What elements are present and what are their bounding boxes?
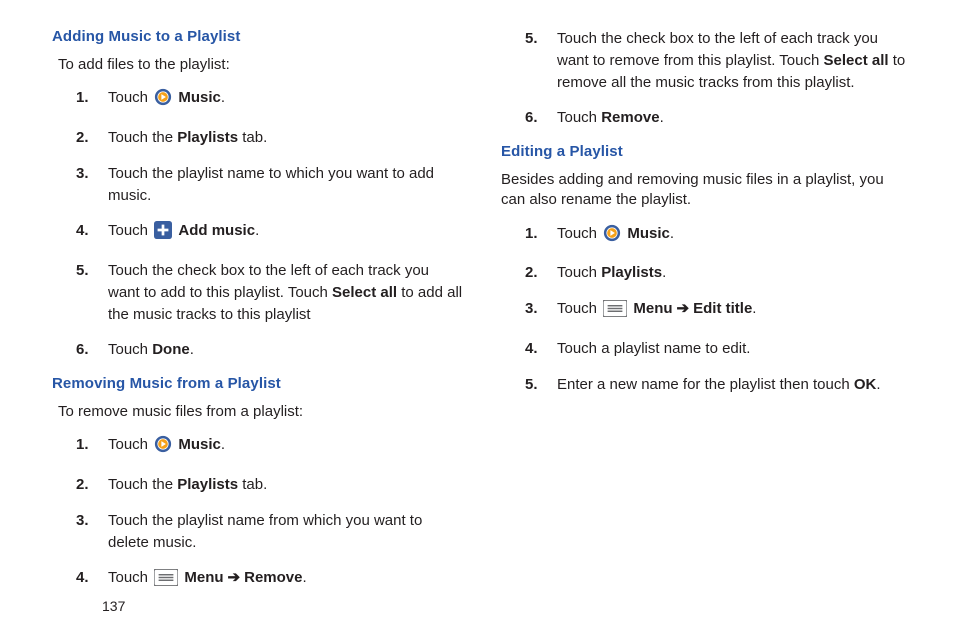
step-text: Touch [557, 109, 601, 126]
step-bold: Remove [601, 109, 659, 126]
step: Enter a new name for the playlist then t… [501, 374, 912, 396]
step-bold: Remove [244, 569, 302, 586]
step: Touch Playlists. [501, 262, 912, 284]
step-bold: Music [178, 436, 221, 453]
step-post: . [221, 436, 225, 453]
intro-editing: Besides adding and removing music files … [501, 170, 912, 211]
music-play-icon [154, 435, 172, 460]
arrow-icon: ➔ [677, 300, 690, 317]
step-post: . [670, 225, 674, 242]
step-bold: Select all [332, 284, 397, 301]
step-post: tab. [238, 129, 267, 146]
arrow-icon: ➔ [228, 569, 241, 586]
step: Touch Add music. [52, 220, 463, 246]
step-text: Touch [108, 89, 152, 106]
steps-removing-cont: Touch the check box to the left of each … [501, 28, 912, 129]
step-text: Touch [557, 300, 601, 317]
step: Touch Music. [52, 434, 463, 460]
step: Touch the Playlists tab. [52, 474, 463, 496]
step: Touch the playlist name from which you w… [52, 510, 463, 554]
step-post: . [876, 376, 880, 393]
step: Touch a playlist name to edit. [501, 338, 912, 360]
step-text: Touch [557, 264, 601, 281]
step-post: . [752, 300, 756, 317]
step: Touch Remove. [501, 107, 912, 129]
steps-adding: Touch Music. Touch the Playlists tab. To… [52, 87, 463, 361]
heading-removing-music: Removing Music from a Playlist [52, 375, 463, 392]
steps-editing: Touch Music. Touch Playlists. Touch Menu… [501, 223, 912, 396]
step-text: Touch [108, 569, 152, 586]
step-post: . [255, 222, 259, 239]
step-text: Touch the playlist name to which you wan… [108, 165, 434, 204]
step-bold: Menu [184, 569, 223, 586]
step-bold: Select all [824, 52, 889, 69]
step-text: Touch the [108, 129, 177, 146]
heading-adding-music: Adding Music to a Playlist [52, 28, 463, 45]
steps-removing: Touch Music. Touch the Playlists tab. To… [52, 434, 463, 593]
menu-bars-icon [154, 569, 178, 593]
step-post: . [660, 109, 664, 126]
step-text: Touch a playlist name to edit. [557, 340, 750, 357]
step: Touch the playlist name to which you wan… [52, 163, 463, 207]
intro-removing: To remove music files from a playlist: [58, 402, 463, 422]
step: Touch Menu ➔Remove. [52, 567, 463, 593]
menu-bars-icon [603, 300, 627, 324]
step-text: Enter a new name for the playlist then t… [557, 376, 854, 393]
heading-editing-playlist: Editing a Playlist [501, 143, 912, 160]
step-text: Touch [108, 222, 152, 239]
page-number: 137 [102, 598, 125, 614]
step: Touch the Playlists tab. [52, 127, 463, 149]
step: Touch the check box to the left of each … [501, 28, 912, 93]
music-play-icon [603, 224, 621, 249]
step-bold: Playlists [601, 264, 662, 281]
step-text: Touch the [108, 476, 177, 493]
step: Touch Done. [52, 339, 463, 361]
step-post: . [221, 89, 225, 106]
step: Touch the check box to the left of each … [52, 260, 463, 325]
step-text: Touch the playlist name from which you w… [108, 512, 422, 551]
step-text: Touch [108, 436, 152, 453]
step-text: Touch [557, 225, 601, 242]
step-bold: Playlists [177, 476, 238, 493]
step: Touch Menu ➔Edit title. [501, 298, 912, 324]
step-bold: Add music [178, 222, 255, 239]
step-bold: Music [627, 225, 670, 242]
music-play-icon [154, 88, 172, 113]
add-plus-icon [154, 221, 172, 246]
step-bold: Done [152, 341, 190, 358]
intro-adding: To add files to the playlist: [58, 55, 463, 75]
step-post: . [302, 569, 306, 586]
right-column: Touch the check box to the left of each … [501, 28, 912, 626]
step-text: Touch [108, 341, 152, 358]
step-bold: Playlists [177, 129, 238, 146]
step-bold: Music [178, 89, 221, 106]
left-column: Adding Music to a Playlist To add files … [52, 28, 463, 626]
step: Touch Music. [501, 223, 912, 249]
step-post: . [190, 341, 194, 358]
step-bold: Menu [633, 300, 672, 317]
step-bold: OK [854, 376, 877, 393]
step-bold: Edit title [693, 300, 752, 317]
manual-page: Adding Music to a Playlist To add files … [0, 0, 954, 636]
step: Touch Music. [52, 87, 463, 113]
step-post: tab. [238, 476, 267, 493]
step-post: . [662, 264, 666, 281]
